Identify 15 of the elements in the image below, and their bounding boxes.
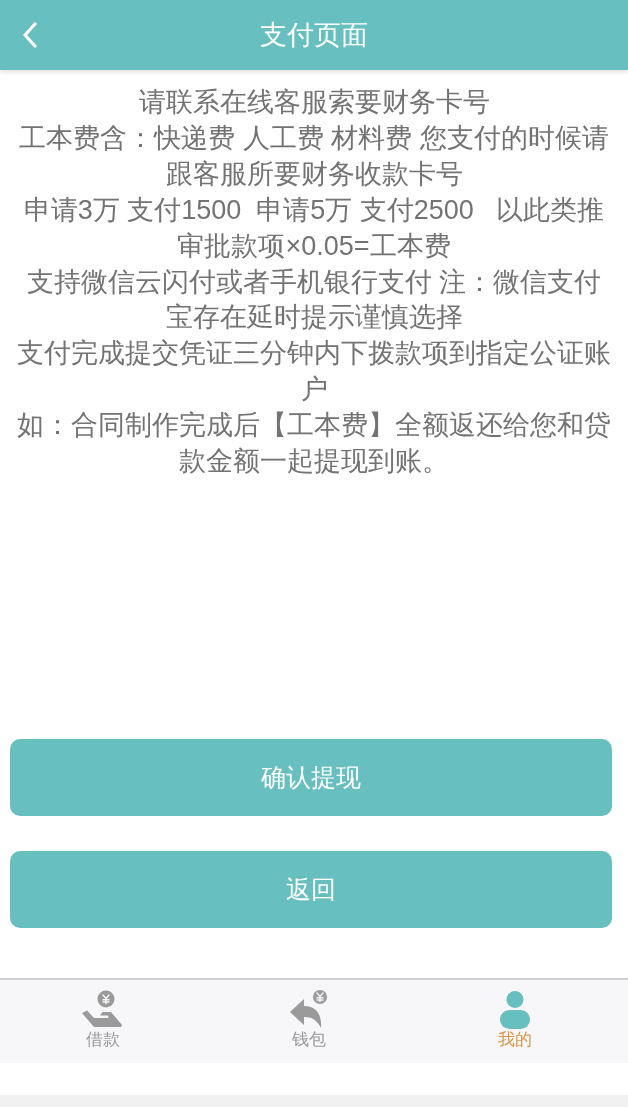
notice-text: 工本费含：快递费 人工费 材料费 您支付的时候请跟客服所要财务收款卡号	[18, 121, 610, 191]
chevron-left-icon	[22, 22, 38, 48]
notice-text: 申请3万 支付1500 申请5万 支付2500 以此类推	[22, 193, 606, 227]
notice-text: 审批款项×0.05=工本费	[176, 229, 452, 263]
nav-tab[interactable]: 我的	[493, 980, 537, 1050]
notice-text: 支持微信云闪付或者手机银行支付 注：微信支付宝存在延时提示谨慎选择	[25, 265, 603, 335]
notice-text: 如：合同制作完成后【工本费】全额返还给您和贷款金额一起提现到账。	[16, 409, 612, 479]
nav-tab[interactable]: 借款	[81, 980, 125, 1050]
notice-text: 请联系在线客服索要财务卡号	[137, 86, 491, 119]
hand-coin-icon	[81, 990, 125, 1030]
nav-tab[interactable]: 钱包	[287, 980, 331, 1050]
page-title: 支付页面	[260, 19, 368, 52]
confirm-withdraw-button[interactable]: 确认提现	[10, 739, 612, 816]
notice-text: 支付完成提交凭证三分钟内下拨款项到指定公证账户	[16, 337, 612, 407]
return-button[interactable]: 返回	[10, 851, 612, 928]
